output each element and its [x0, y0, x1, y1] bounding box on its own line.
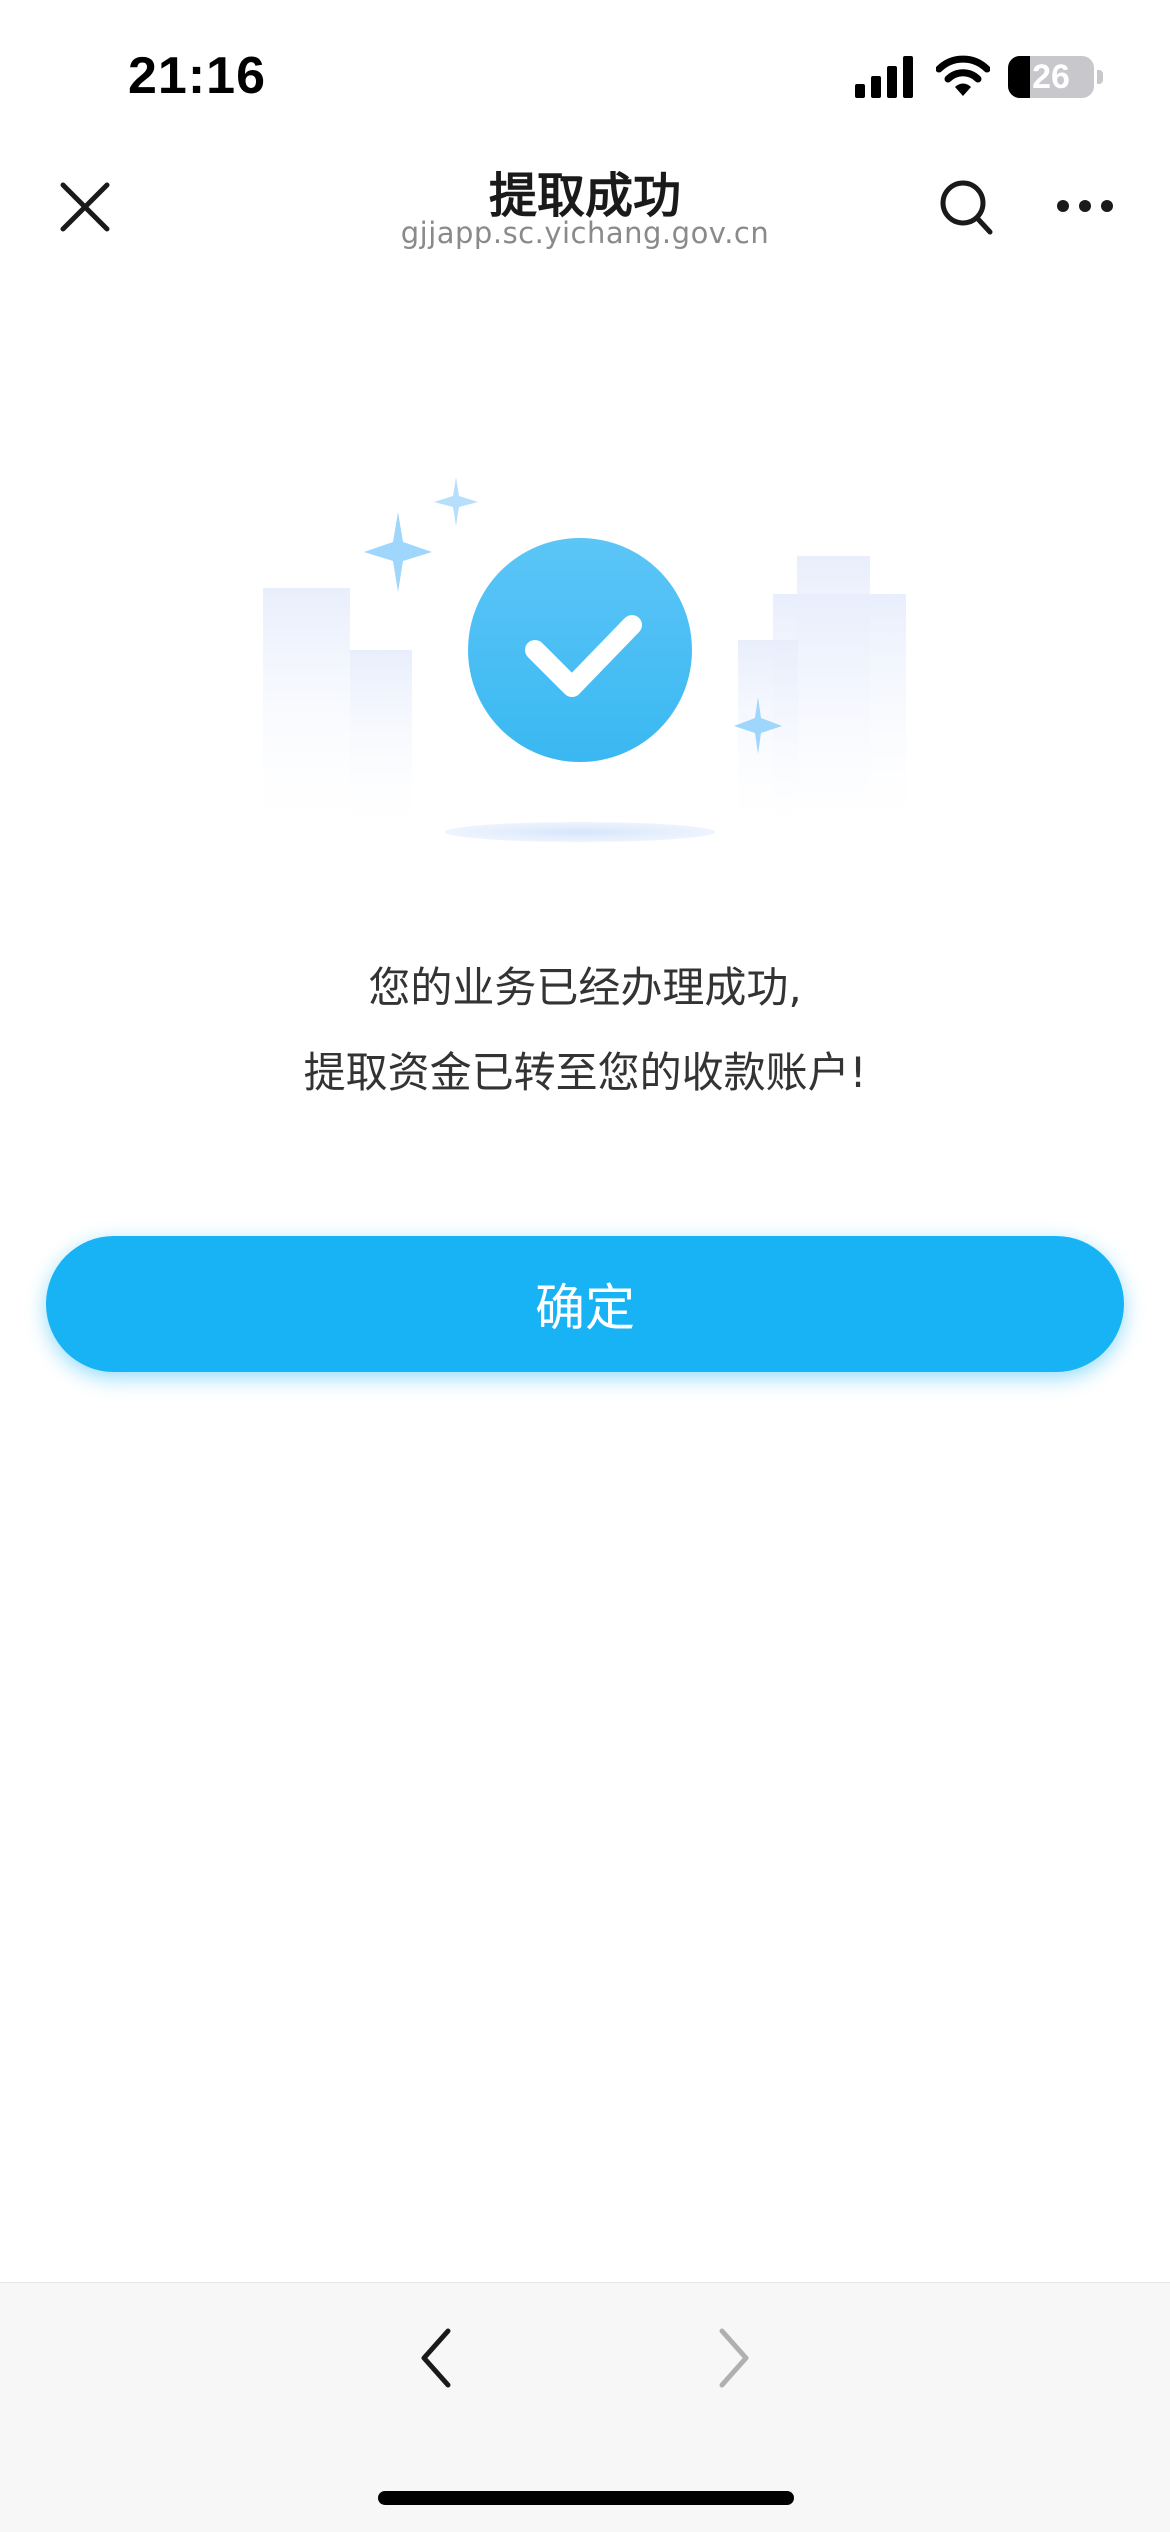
ground-shadow — [445, 822, 715, 842]
sparkle-icon — [364, 512, 432, 592]
battery-level: 26 — [1032, 57, 1070, 96]
home-indicator — [378, 2491, 794, 2505]
signal-icon — [855, 56, 913, 98]
page-url: gjjapp.sc.yichang.gov.cn — [400, 216, 770, 250]
message-line-1: 您的业务已经办理成功, — [368, 963, 802, 1012]
confirm-button[interactable]: 确定 — [46, 1236, 1124, 1372]
building-right — [738, 556, 906, 828]
success-illustration — [263, 477, 906, 842]
more-icon[interactable] — [1056, 194, 1114, 218]
back-arrow-icon[interactable] — [410, 2323, 460, 2393]
battery-icon: 26 — [1008, 56, 1094, 98]
success-message: 您的业务已经办理成功, 提取资金已转至您的收款账户! — [0, 945, 1170, 1115]
search-icon[interactable] — [938, 178, 994, 236]
battery-nub — [1097, 70, 1103, 84]
status-bar: 21:16 26 — [0, 0, 1170, 150]
page: 21:16 26 提取成功 gjjapp.sc.yichang.gov.cn 您… — [0, 0, 1170, 2532]
sparkle-icon — [434, 477, 478, 526]
bottom-toolbar — [0, 2282, 1170, 2532]
message-line-2: 提取资金已转至您的收款账户! — [303, 1048, 867, 1097]
success-check-icon — [468, 538, 692, 762]
forward-arrow-icon[interactable] — [710, 2323, 760, 2393]
wifi-icon — [936, 55, 990, 96]
building-left — [263, 588, 412, 828]
status-time: 21:16 — [128, 47, 266, 105]
nav-bar: 提取成功 gjjapp.sc.yichang.gov.cn — [0, 150, 1170, 280]
